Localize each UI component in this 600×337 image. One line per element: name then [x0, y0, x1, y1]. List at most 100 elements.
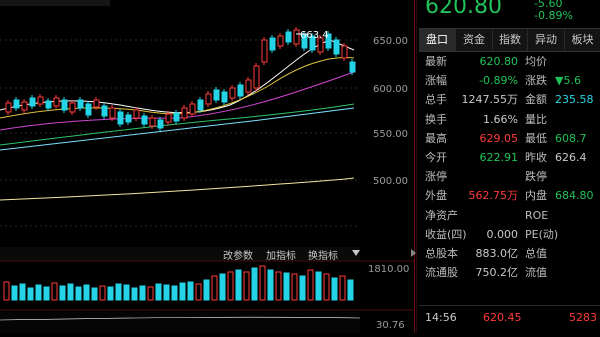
volume-bar — [315, 271, 322, 301]
chart-dropdown-triangle[interactable] — [352, 250, 360, 256]
volume-bar — [243, 271, 250, 301]
volume-bar — [195, 283, 202, 301]
quote-label: 涨停 — [425, 170, 447, 184]
volume-bar — [179, 282, 186, 301]
quote-label: 涨幅 — [425, 74, 447, 88]
quote-label: 今开 — [425, 151, 447, 164]
indicator-toolbar-bg — [0, 247, 360, 261]
quote-row: 流通股 750.2亿 流值 — [419, 264, 600, 281]
candle — [125, 114, 132, 123]
volume-bar — [115, 283, 122, 301]
quote-value: 622.91 — [479, 151, 519, 164]
kline-svg[interactable]: 650.00 600.00 550.00 500.00 663.4 1810.0… — [0, 0, 414, 333]
volume-bar — [139, 285, 146, 301]
volume-bar — [163, 284, 170, 301]
volume-bar — [99, 285, 106, 301]
candle — [117, 111, 124, 125]
quote-label: 涨跌 — [525, 74, 547, 88]
ma5-line — [0, 39, 355, 114]
volume-bar — [27, 287, 34, 301]
quote-label: 最高 — [425, 131, 447, 145]
candle — [5, 102, 12, 113]
quote-row: 净资产 ROE — [419, 207, 600, 224]
volume-bar — [83, 284, 90, 301]
macd-panel-bg — [0, 312, 360, 333]
quote-panel: 620.80 -5.60 -0.89% 盘口 资金 指数 异动 板块 最新 620… — [419, 0, 600, 333]
candle — [213, 89, 220, 101]
quote-value: 608.7 — [555, 131, 587, 145]
volume-bar — [131, 287, 138, 301]
volume-bar — [267, 269, 274, 301]
vol-axis-label: 1810.00 — [368, 264, 409, 275]
volume-bar — [299, 275, 306, 301]
quote-row: 涨停 跌停 — [419, 168, 600, 185]
quote-label: 均价 — [525, 55, 547, 68]
axis-label: 500.00 — [373, 176, 408, 187]
tab-index[interactable]: 指数 — [493, 29, 528, 51]
candle — [341, 45, 348, 59]
quote-label: 外盘 — [425, 189, 447, 203]
candle — [133, 109, 140, 119]
quote-label: 跌停 — [525, 170, 547, 184]
axis-label: 550.00 — [373, 129, 408, 140]
volume-bar — [251, 267, 258, 301]
volume-bar — [123, 284, 130, 301]
quote-label: 流值 — [525, 266, 547, 280]
peak-label: 663.4 — [300, 30, 329, 41]
candle — [245, 79, 252, 93]
quote-label: 换手 — [425, 112, 447, 126]
macd-axis-label: 30.76 — [376, 320, 405, 331]
quote-value: 684.80 — [555, 189, 594, 203]
candle — [277, 35, 284, 47]
volume-bar — [171, 285, 178, 301]
quote-label: 内盘 — [525, 189, 547, 203]
quote-label: 金额 — [525, 93, 547, 107]
candle — [261, 39, 268, 63]
candle — [53, 97, 60, 107]
volume-bar — [91, 287, 98, 301]
candle — [165, 113, 172, 123]
indicator-button-switch[interactable]: 换指标 — [308, 247, 338, 262]
volume-bar — [11, 285, 18, 301]
tick-time: 14:56 — [425, 311, 457, 324]
volume-bar — [35, 284, 42, 301]
candle — [229, 87, 236, 99]
volume-bar — [339, 275, 346, 301]
candle — [109, 107, 116, 119]
panel-tabs: 盘口 资金 指数 异动 板块 — [419, 28, 600, 52]
quote-value: 750.2亿 — [475, 266, 519, 280]
tab-sector[interactable]: 板块 — [565, 29, 600, 51]
candle — [93, 99, 100, 108]
volume-bar — [331, 277, 338, 301]
candle — [205, 93, 212, 105]
indicator-button-add[interactable]: 加指标 — [266, 247, 296, 262]
last-price: 620.80 — [425, 0, 502, 19]
candle — [197, 99, 204, 111]
tab-anomaly[interactable]: 异动 — [528, 29, 565, 51]
candle — [61, 99, 68, 111]
quote-row: 总手 1247.55万 金额 235.58 — [419, 91, 600, 108]
candle — [333, 39, 340, 55]
candle — [237, 84, 244, 97]
tab-capital[interactable]: 资金 — [456, 29, 493, 51]
tab-handicap[interactable]: 盘口 — [419, 29, 456, 51]
candle — [293, 29, 300, 45]
candle — [13, 99, 20, 109]
volume-bar — [67, 283, 74, 301]
candle — [181, 107, 188, 119]
scroll-arrow-icon[interactable] — [411, 249, 416, 257]
candle — [269, 37, 276, 51]
candle — [45, 100, 52, 109]
price-change-pct: -0.89% — [534, 9, 573, 22]
ma250-line — [0, 177, 355, 201]
candle — [77, 99, 84, 109]
quote-label: 昨收 — [525, 151, 547, 164]
quote-label: 最低 — [525, 131, 547, 145]
quote-value: 629.05 — [479, 131, 519, 145]
quote-row: 总股本 883.0亿 总值 — [419, 245, 600, 262]
quote-label: 流通股 — [425, 266, 458, 280]
candles-group — [5, 27, 356, 131]
indicator-button-modify-params[interactable]: 改参数 — [223, 247, 253, 262]
volume-bar — [347, 279, 354, 301]
kline-chart-area[interactable]: 650.00 600.00 550.00 500.00 663.4 1810.0… — [0, 0, 414, 333]
